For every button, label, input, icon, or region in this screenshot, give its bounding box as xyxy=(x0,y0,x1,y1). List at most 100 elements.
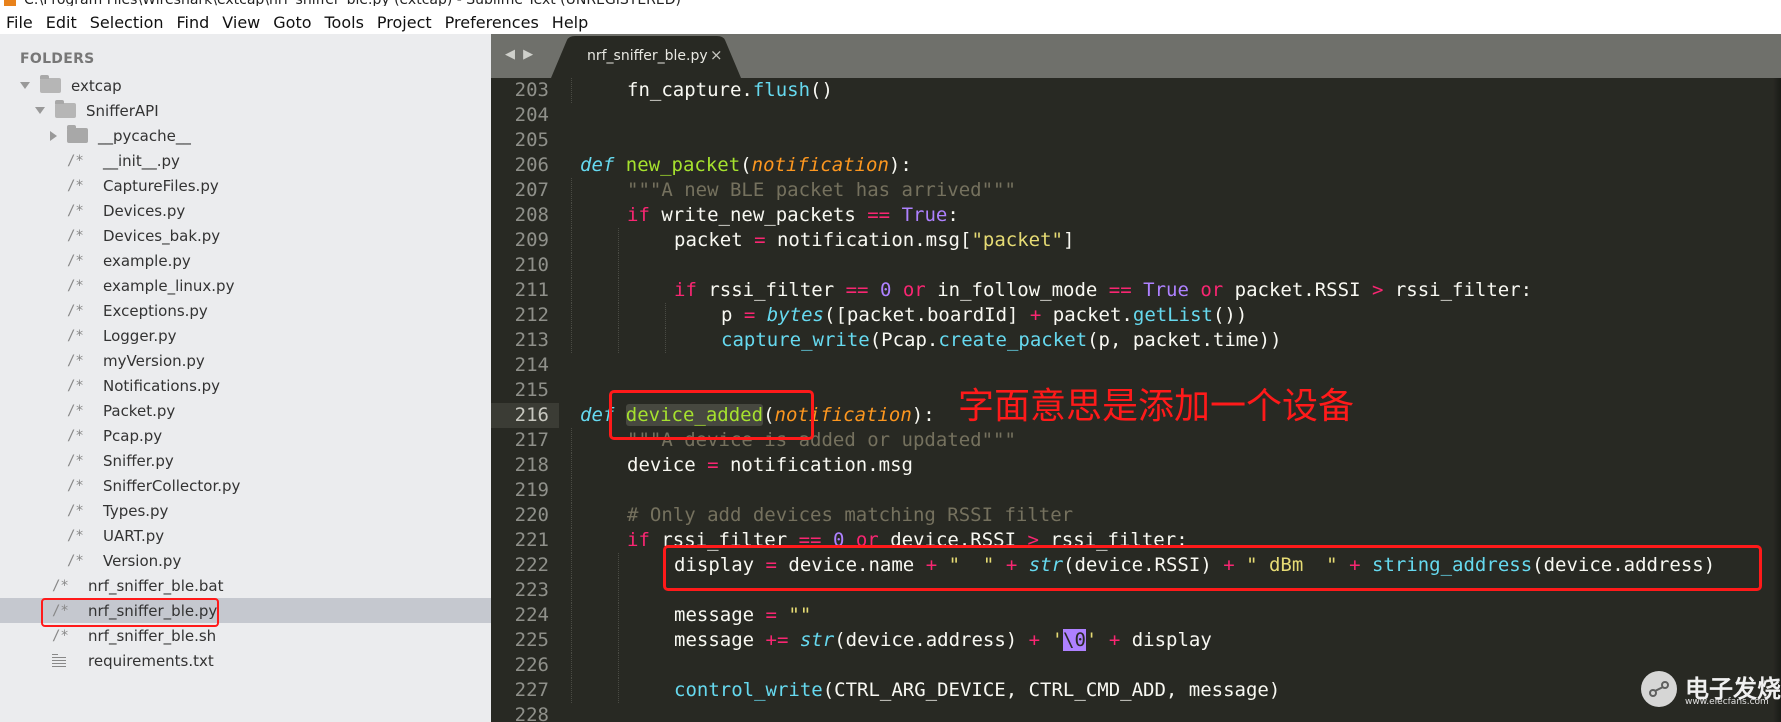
code-line[interactable]: 205 xyxy=(491,128,1781,153)
sidebar-item[interactable]: /* example_linux.py xyxy=(0,273,491,298)
code-line[interactable]: 210 xyxy=(491,253,1781,278)
folder-open-icon xyxy=(55,100,76,118)
sidebar-item[interactable]: /* UART.py xyxy=(0,523,491,548)
sidebar-item-label: CaptureFiles.py xyxy=(103,176,219,195)
code-line[interactable]: 227 control_write(CTRL_ARG_DEVICE, CTRL_C… xyxy=(491,678,1781,703)
code-line[interactable]: 219 xyxy=(491,478,1781,503)
sidebar-item-label: SnifferCollector.py xyxy=(103,476,241,495)
sidebar-item-label: example_linux.py xyxy=(103,276,235,295)
line-number: 214 xyxy=(514,354,549,376)
sidebar-item[interactable]: /* CaptureFiles.py xyxy=(0,173,491,198)
sidebar-item[interactable]: SnifferAPI xyxy=(0,98,491,123)
line-number: 217 xyxy=(514,429,549,451)
code-file-icon: /* xyxy=(67,252,84,269)
sidebar-item[interactable]: /* Version.py xyxy=(0,548,491,573)
code-line[interactable]: 218 device = notification.msg xyxy=(491,453,1781,478)
line-number: 223 xyxy=(514,579,549,601)
indent-guide xyxy=(571,328,572,353)
code-line[interactable]: 203 fn_capture.flush() xyxy=(491,78,1781,103)
line-number: 219 xyxy=(514,479,549,501)
code-token: or xyxy=(902,279,926,301)
sidebar-item[interactable]: /* Packet.py xyxy=(0,398,491,423)
line-number: 222 xyxy=(514,554,549,576)
code-text: fn_capture.flush() xyxy=(627,78,833,103)
sidebar-item[interactable]: /* Pcap.py xyxy=(0,423,491,448)
line-number: 207 xyxy=(514,179,549,201)
menu-preferences[interactable]: Preferences xyxy=(445,13,539,32)
menu-goto[interactable]: Goto xyxy=(273,13,311,32)
menu-file[interactable]: File xyxy=(6,13,33,32)
code-token: == xyxy=(867,204,891,226)
code-line[interactable]: 207 """A new BLE packet has arrived""" xyxy=(491,178,1781,203)
code-line[interactable]: 204 xyxy=(491,103,1781,128)
sublime-app-icon xyxy=(4,0,16,6)
code-token: rssi_filter: xyxy=(1383,279,1533,301)
menu-tools[interactable]: Tools xyxy=(325,13,364,32)
code-line[interactable]: 208 if write_new_packets == True: xyxy=(491,203,1781,228)
code-line[interactable]: 211 if rssi_filter == 0 or in_follow_mode… xyxy=(491,278,1781,303)
code-token: rssi_filter xyxy=(696,279,846,301)
code-line[interactable]: 206 def new_packet(notification): xyxy=(491,153,1781,178)
tab-nav-arrows-icon[interactable]: ◀ ▶ xyxy=(505,47,535,62)
menu-view[interactable]: View xyxy=(222,13,260,32)
tab-nrf-sniffer-ble-py[interactable]: nrf_sniffer_ble.py × xyxy=(551,34,741,78)
sidebar-item-label: __init__.py xyxy=(103,151,180,170)
code-line[interactable]: 212 p = bytes([packet.boardId] + packet.g… xyxy=(491,303,1781,328)
sidebar-item[interactable]: /* Types.py xyxy=(0,498,491,523)
watermark: 电子发烧友 www.elecfans.com xyxy=(1641,671,1781,722)
disclosure-expanded-icon[interactable] xyxy=(35,107,45,114)
code-line[interactable]: 225 message += str(device.address) + '\0'… xyxy=(491,628,1781,653)
code-line[interactable]: 214 xyxy=(491,353,1781,378)
sidebar-item-label: Packet.py xyxy=(103,401,176,420)
sidebar-item[interactable]: /* SnifferCollector.py xyxy=(0,473,491,498)
code-line[interactable]: 224 message = "" xyxy=(491,603,1781,628)
code-line[interactable]: 226 xyxy=(491,653,1781,678)
sidebar-item[interactable]: /* Devices.py xyxy=(0,198,491,223)
sidebar-item-label: nrf_sniffer_ble.sh xyxy=(88,626,217,645)
menu-project[interactable]: Project xyxy=(377,13,432,32)
highlight-box-function-name xyxy=(609,390,814,440)
sidebar-item[interactable]: requirements.txt xyxy=(0,648,491,673)
sidebar-item-label: Types.py xyxy=(103,501,169,520)
indent-guide xyxy=(571,253,572,278)
sidebar-item[interactable]: /* myVersion.py xyxy=(0,348,491,373)
code-token: message xyxy=(674,629,766,651)
code-line[interactable]: 213 capture_write(Pcap.create_packet(p, p… xyxy=(491,328,1781,353)
sidebar-item-label: extcap xyxy=(71,76,122,95)
code-token: = xyxy=(765,604,777,626)
menu-find[interactable]: Find xyxy=(177,13,210,32)
close-icon[interactable]: × xyxy=(710,46,723,64)
sidebar-item[interactable]: /* nrf_sniffer_ble.bat xyxy=(0,573,491,598)
window-title: C:\Program Files\Wireshark\extcap\nrf_sn… xyxy=(24,0,681,6)
code-text: if write_new_packets == True: xyxy=(627,203,959,228)
sidebar-item[interactable]: /* example.py xyxy=(0,248,491,273)
sidebar-item[interactable]: /* Exceptions.py xyxy=(0,298,491,323)
code-token: True xyxy=(901,204,948,226)
code-line[interactable]: 220 # Only add devices matching RSSI filt… xyxy=(491,503,1781,528)
sidebar-item[interactable]: extcap xyxy=(0,73,491,98)
code-file-icon: /* xyxy=(67,502,84,519)
menu-edit[interactable]: Edit xyxy=(46,13,77,32)
sidebar-item[interactable]: /* Devices_bak.py xyxy=(0,223,491,248)
disclosure-expanded-icon[interactable] xyxy=(20,82,30,89)
code-token: getList xyxy=(1132,304,1213,326)
menu-help[interactable]: Help xyxy=(552,13,588,32)
indent-guide xyxy=(571,203,572,228)
code-text: control_write(CTRL_ARG_DEVICE, CTRL_CMD_… xyxy=(674,678,1280,703)
sidebar-item[interactable]: /* __init__.py xyxy=(0,148,491,173)
code-token: ' xyxy=(1051,629,1064,651)
sidebar-item[interactable]: /* Sniffer.py xyxy=(0,448,491,473)
code-token: control_write xyxy=(674,679,823,701)
vertical-scrollbar[interactable] xyxy=(1773,78,1781,722)
code-line[interactable]: 209 packet = notification.msg["packet"] xyxy=(491,228,1781,253)
sidebar-item[interactable]: __pycache__ xyxy=(0,123,491,148)
menu-selection[interactable]: Selection xyxy=(90,13,164,32)
sidebar-item[interactable]: /* Notifications.py xyxy=(0,373,491,398)
sidebar-item[interactable]: /* Logger.py xyxy=(0,323,491,348)
code-file-icon: /* xyxy=(67,277,84,294)
code-line[interactable]: 228 xyxy=(491,703,1781,722)
disclosure-collapsed-icon[interactable] xyxy=(50,130,57,141)
code-token: if xyxy=(674,279,697,301)
